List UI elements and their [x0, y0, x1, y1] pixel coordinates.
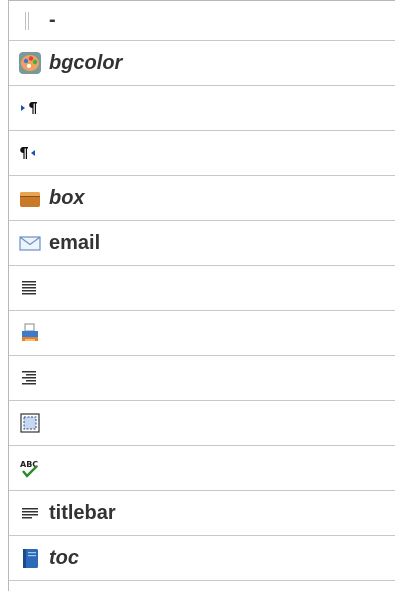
list-item-align-right[interactable] [9, 356, 395, 401]
list-item-box[interactable]: box [9, 176, 395, 221]
list-item-select-all[interactable] [9, 401, 395, 446]
list-item-print[interactable] [9, 311, 395, 356]
align-right-icon [19, 367, 41, 389]
list-item-label: titlebar [49, 501, 116, 524]
list-item-email[interactable]: email [9, 221, 395, 266]
list-item-rtl[interactable] [9, 131, 395, 176]
spellcheck-icon: ABC [19, 457, 41, 479]
separator-icon [19, 10, 41, 32]
select-all-icon [19, 412, 41, 434]
list-item-label: - [49, 9, 56, 31]
justify-icon [19, 277, 41, 299]
toolbar-item-list: - bgcolor box email ABC titlebar toc [8, 0, 395, 591]
list-item-justify[interactable] [9, 266, 395, 311]
list-item-bgcolor[interactable]: bgcolor [9, 41, 395, 86]
list-item-label: bgcolor [49, 51, 123, 74]
list-item-label: toc [49, 546, 79, 569]
rtl-paragraph-icon [19, 142, 41, 164]
envelope-icon [19, 232, 41, 254]
box-icon [19, 187, 41, 209]
list-item-label: email [49, 231, 101, 254]
list-item-label: box [49, 186, 85, 209]
list-item-ltr[interactable] [9, 86, 395, 131]
printer-icon [19, 322, 41, 344]
list-item-spellcheck[interactable]: ABC [9, 446, 395, 491]
list-item-separator[interactable]: - [9, 1, 395, 41]
list-item-toc[interactable]: toc [9, 536, 395, 581]
list-item-titlebar[interactable]: titlebar [9, 491, 395, 536]
book-icon [19, 547, 41, 569]
titlebar-icon [19, 502, 41, 524]
palette-icon [19, 52, 41, 74]
ltr-paragraph-icon [19, 97, 41, 119]
